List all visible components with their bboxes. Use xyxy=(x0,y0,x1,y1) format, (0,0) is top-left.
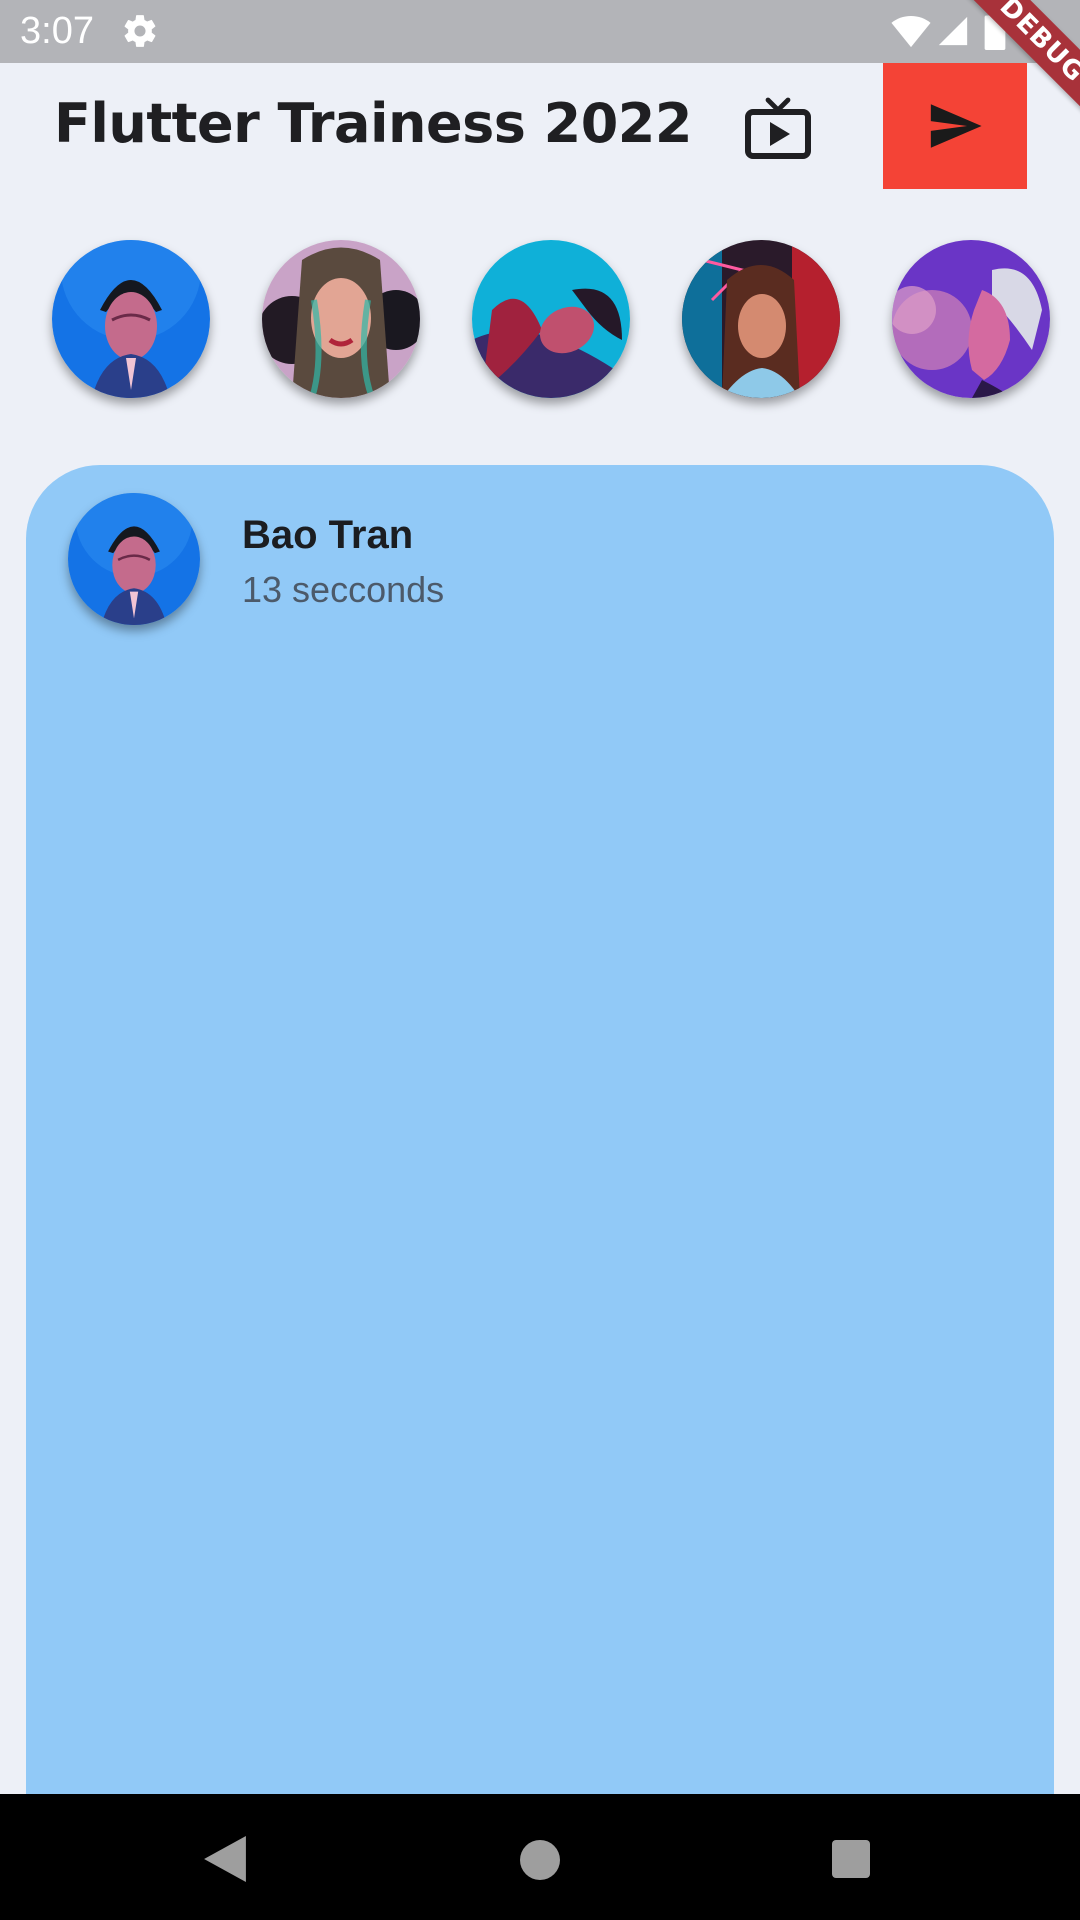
portrait-woman-image xyxy=(682,240,840,398)
recents-icon[interactable] xyxy=(832,1840,870,1878)
live-tv-icon[interactable] xyxy=(744,96,812,160)
home-icon[interactable] xyxy=(520,1840,560,1880)
page-title: Flutter Trainess 2022 xyxy=(54,92,692,155)
gear-icon xyxy=(124,15,156,47)
post-timestamp: 13 secconds xyxy=(242,569,445,610)
portrait-man-image xyxy=(68,493,200,625)
back-icon[interactable] xyxy=(204,1836,246,1882)
story-avatar-2[interactable] xyxy=(262,240,420,398)
portrait-woman-image xyxy=(262,240,420,398)
status-time: 3:07 xyxy=(20,10,94,52)
post-avatar[interactable] xyxy=(68,493,200,625)
portrait-woman-image xyxy=(892,240,1050,398)
stories-row xyxy=(0,240,1080,400)
story-avatar-1[interactable] xyxy=(52,240,210,398)
app-screen: 3:07 DEBUG Flutter Trainess 2022 Bao Tra… xyxy=(0,0,1080,1920)
send-icon xyxy=(930,104,982,148)
status-bar: 3:07 xyxy=(0,0,1080,63)
wifi-icon xyxy=(891,16,931,48)
portrait-woman-image xyxy=(472,240,630,398)
story-avatar-4[interactable] xyxy=(682,240,840,398)
send-button[interactable] xyxy=(883,63,1027,189)
cell-signal-icon xyxy=(938,16,968,46)
navigation-bar xyxy=(0,1794,1080,1920)
story-avatar-3[interactable] xyxy=(472,240,630,398)
story-avatar-5[interactable] xyxy=(892,240,1050,398)
post-author-name: Bao Tran xyxy=(242,513,414,557)
portrait-man-image xyxy=(52,240,210,398)
feed-card: Bao Tran 13 secconds xyxy=(26,465,1054,1795)
